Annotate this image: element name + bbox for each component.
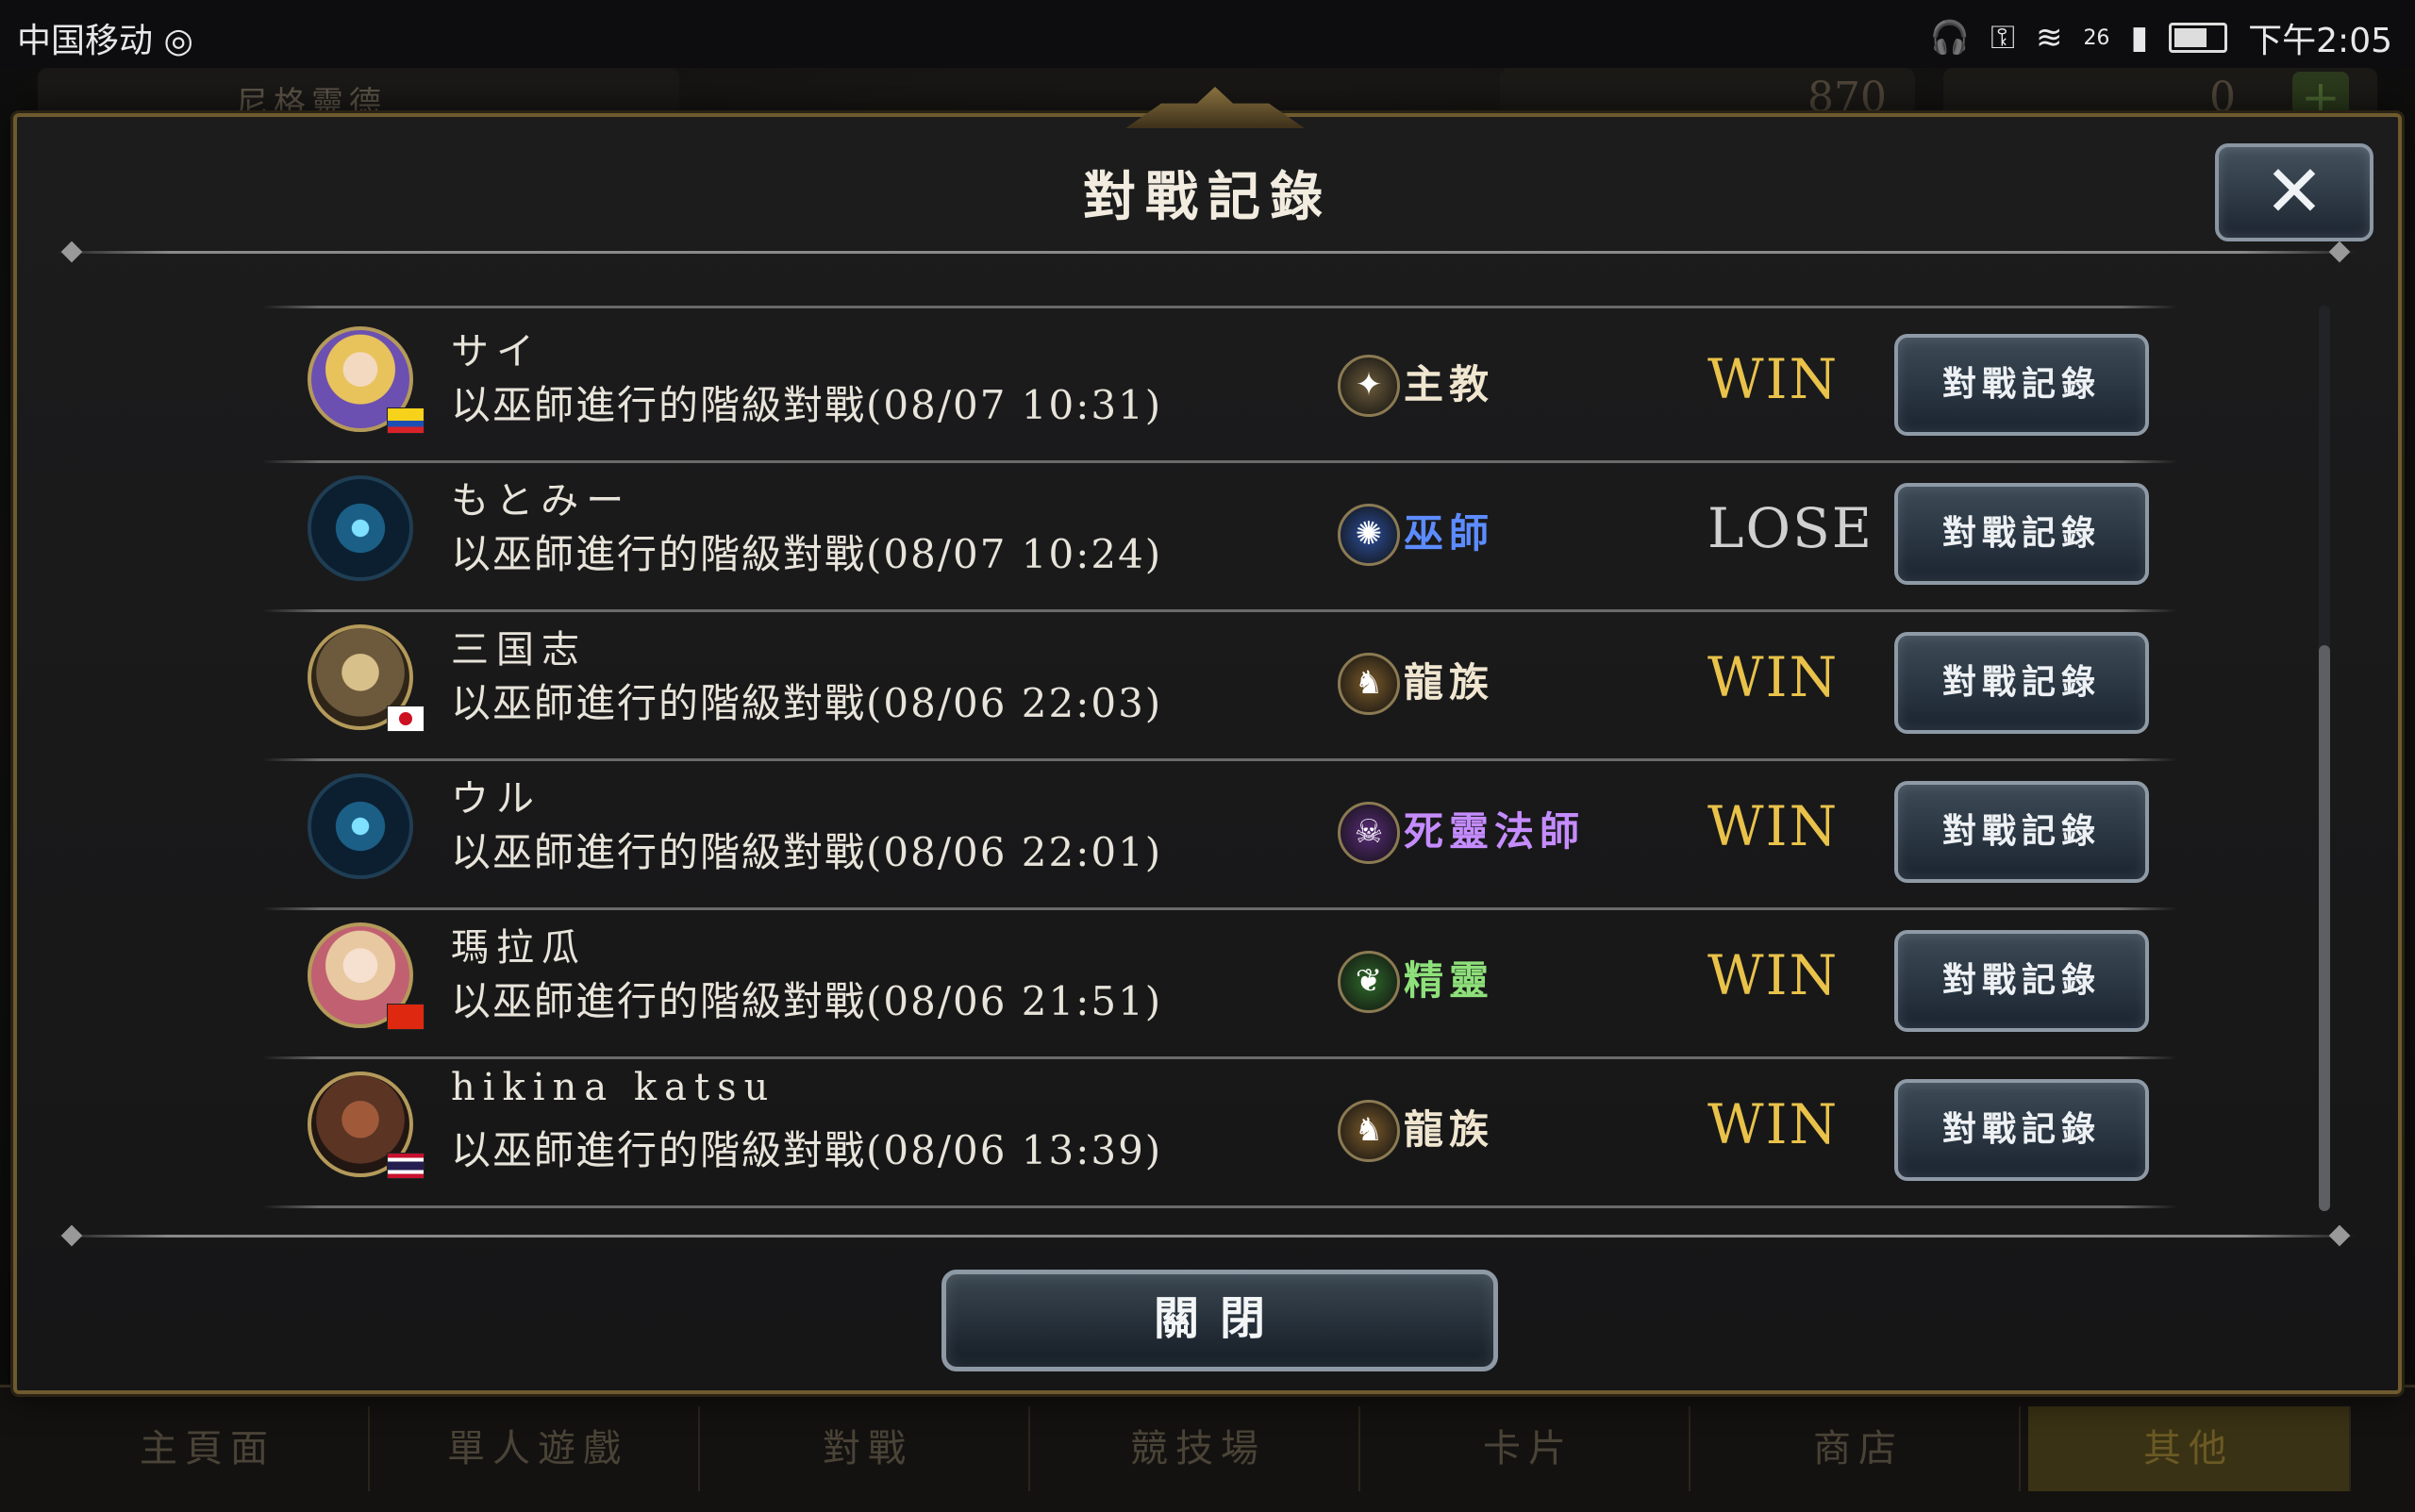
signal-bars-icon: ▮ — [2130, 19, 2149, 57]
view-record-button[interactable]: 對戰記錄 — [1894, 930, 2149, 1032]
battle-record-dialog: 對戰記錄 ✕ サイ以巫師進行的階級對戰(08/07 10:31) ✦ 主教 WIN 對戰… — [13, 87, 2402, 1394]
match-result: WIN — [1707, 645, 1840, 709]
signal-icon: 26 — [2083, 25, 2110, 50]
view-record-button[interactable]: 對戰記錄 — [1894, 1079, 2149, 1181]
match-description: 以巫師進行的階級對戰(08/06 21:51) — [451, 978, 1163, 1024]
opponent-class: 精靈 — [1404, 957, 1495, 1004]
elf-icon: ❦ — [1338, 951, 1400, 1013]
row-divider — [262, 1205, 2177, 1208]
dialog-title: 對戰記錄 — [1083, 166, 1332, 228]
battery-icon — [2169, 23, 2228, 53]
match-description: 以巫師進行的階級對戰(08/07 10:24) — [451, 531, 1163, 577]
avatar — [308, 475, 413, 581]
match-result: WIN — [1707, 794, 1840, 858]
opponent-class: 龍族 — [1404, 1106, 1495, 1153]
opponent-name: ウル — [451, 777, 541, 821]
record-row: もとみー以巫師進行的階級對戰(08/07 10:24) ✺ 巫師 LOSE 對戰記錄 — [17, 462, 2398, 611]
clock: 下午2:05 — [2248, 22, 2392, 60]
dragon-icon: ♞ — [1338, 653, 1400, 715]
match-result: WIN — [1707, 347, 1840, 411]
necromancer-icon: ☠ — [1338, 802, 1400, 864]
status-bar: 中国移动 ◎ 🎧 ⚿ ≋ 26 ▮ 下午2:05 — [0, 0, 2415, 68]
match-result: WIN — [1707, 943, 1840, 1007]
nav-arena: 競技場 — [1038, 1406, 1360, 1491]
view-record-button[interactable]: 對戰記錄 — [1894, 781, 2149, 883]
view-record-button[interactable]: 對戰記錄 — [1894, 632, 2149, 734]
match-description: 以巫師進行的階級對戰(08/06 13:39) — [451, 1127, 1163, 1173]
record-row: 瑪拉瓜以巫師進行的階級對戰(08/06 21:51) ❦ 精靈 WIN 對戰記錄 — [17, 909, 2398, 1058]
match-description: 以巫師進行的階級對戰(08/06 22:03) — [451, 680, 1163, 726]
opponent-name: もとみー — [451, 479, 632, 523]
nav-battle: 對戰 — [708, 1406, 1030, 1491]
match-description: 以巫師進行的階級對戰(08/06 22:01) — [451, 829, 1163, 875]
avatar — [308, 773, 413, 879]
opponent-name: 三国志 — [451, 628, 587, 672]
header-divider — [55, 251, 2357, 254]
headset-icon: 🎧 — [1929, 19, 1971, 57]
status-icons: 🎧 ⚿ ≋ 26 ▮ 下午2:05 — [1930, 13, 2392, 62]
nav-shop: 商店 — [1698, 1406, 2021, 1491]
opponent-name: サイ — [451, 330, 541, 374]
bottom-nav: 主頁面 單人遊戲 對戰 競技場 卡片 商店 其他 — [0, 1385, 2415, 1512]
witch-icon: ✺ — [1338, 504, 1400, 566]
record-row: ウル以巫師進行的階級對戰(08/06 22:01) ☠ 死靈法師 WIN 對戰記錄 — [17, 760, 2398, 909]
opponent-class: 龍族 — [1404, 659, 1495, 706]
footer-divider — [55, 1235, 2357, 1238]
close-icon-button[interactable]: ✕ — [2215, 143, 2373, 241]
carrier-label: 中国移动 ◎ — [17, 22, 193, 60]
country-flag-icon — [387, 407, 425, 434]
key-icon: ⚿ — [1990, 19, 2015, 57]
country-flag-icon — [387, 1004, 425, 1030]
opponent-name: hikina katsu — [451, 1066, 776, 1109]
opponent-class: 巫師 — [1404, 510, 1495, 557]
bishop-icon: ✦ — [1338, 355, 1400, 417]
close-button[interactable]: 關閉 — [941, 1270, 1498, 1371]
scrollbar-thumb[interactable] — [2319, 645, 2330, 1211]
match-result: LOSE — [1707, 496, 1874, 560]
wifi-icon: ≋ — [2035, 19, 2063, 57]
nav-cards: 卡片 — [1368, 1406, 1690, 1491]
opponent-name: 瑪拉瓜 — [451, 926, 587, 970]
record-row: hikina katsu 以巫師進行的階級對戰(08/06 13:39) ♞ 龍族 WI… — [17, 1058, 2398, 1207]
country-flag-icon — [387, 1153, 425, 1179]
view-record-button[interactable]: 對戰記錄 — [1894, 334, 2149, 436]
record-row: サイ以巫師進行的階級對戰(08/07 10:31) ✦ 主教 WIN 對戰記錄 — [17, 313, 2398, 462]
match-description: 以巫師進行的階級對戰(08/07 10:31) — [451, 382, 1163, 428]
row-divider — [262, 306, 2177, 308]
record-row: 三国志以巫師進行的階級對戰(08/06 22:03) ♞ 龍族 WIN 對戰記錄 — [17, 611, 2398, 760]
match-result: WIN — [1707, 1092, 1840, 1156]
view-record-button[interactable]: 對戰記錄 — [1894, 483, 2149, 585]
nav-home: 主頁面 — [47, 1406, 370, 1491]
opponent-class: 死靈法師 — [1404, 808, 1586, 855]
country-flag-icon — [387, 706, 425, 732]
nav-other: 其他 — [2028, 1406, 2351, 1491]
opponent-class: 主教 — [1404, 361, 1495, 407]
nav-solo: 單人遊戲 — [377, 1406, 700, 1491]
dragon-icon: ♞ — [1338, 1100, 1400, 1162]
